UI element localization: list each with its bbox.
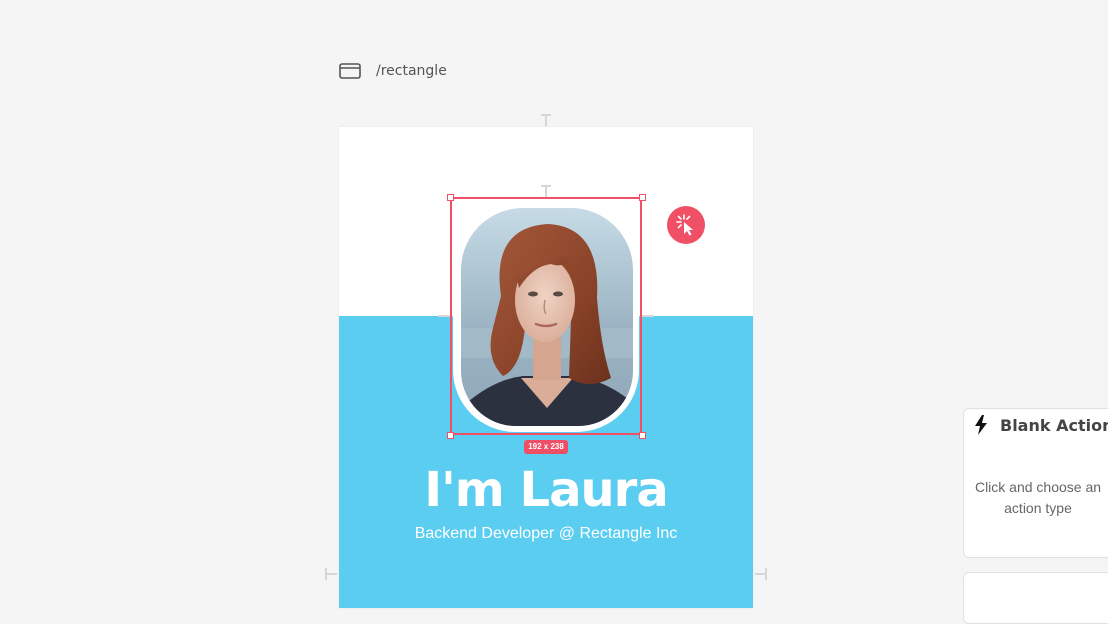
pointer-click-icon [676, 214, 693, 236]
page-path: /rectangle [376, 63, 447, 79]
browser-window-icon [339, 63, 361, 79]
spacing-guide [765, 568, 767, 580]
blank-action-card[interactable]: Blank Action Click and choose an action … [963, 408, 1108, 558]
selection-size-badge: 192 x 238 [524, 440, 568, 454]
hero-subtitle[interactable]: Backend Developer @ Rectangle Inc [339, 525, 753, 543]
spacing-guide [325, 568, 327, 580]
action-card[interactable] [963, 572, 1108, 624]
resize-handle-bottom-left[interactable] [447, 432, 454, 439]
spacing-guide [545, 185, 547, 197]
hero-name-heading[interactable]: I'm Laura [339, 462, 753, 518]
action-card-title: Blank Action [1000, 415, 1108, 435]
spacing-guide [642, 315, 654, 317]
resize-handle-top-right[interactable] [639, 194, 646, 201]
lightning-bolt-icon [975, 415, 987, 435]
action-card-description: Click and choose an action type [974, 479, 1102, 516]
spacing-guide [438, 315, 450, 317]
add-interaction-button[interactable] [667, 206, 705, 244]
spacing-guide [545, 114, 547, 126]
resize-handle-bottom-right[interactable] [639, 432, 646, 439]
page-label[interactable]: /rectangle [339, 63, 447, 79]
resize-handle-top-left[interactable] [447, 194, 454, 201]
selection-outline[interactable] [450, 197, 642, 435]
